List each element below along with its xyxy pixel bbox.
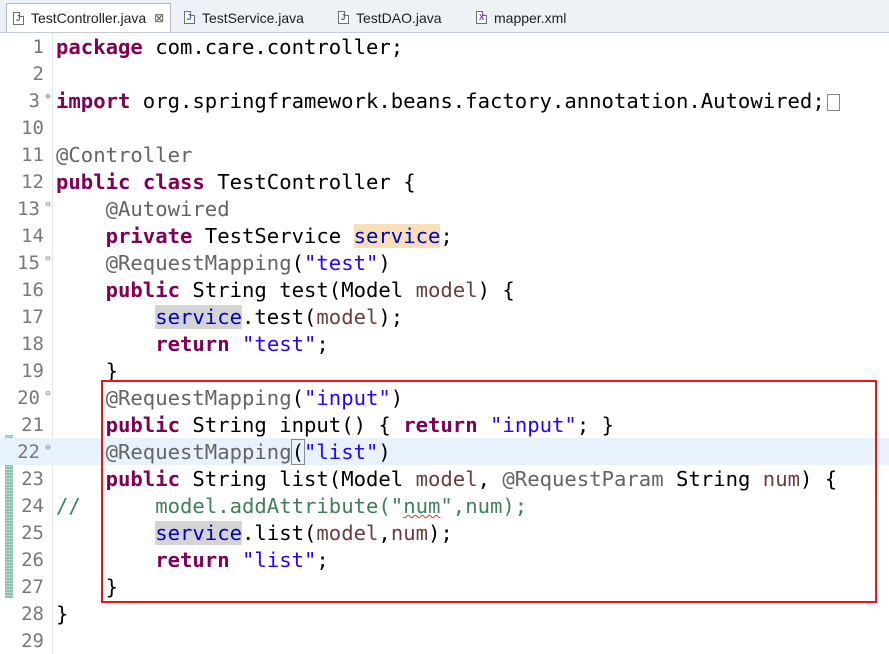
code-line: 23 public String list(Model model, @Requ… [0, 465, 889, 492]
code-line: 27 } [0, 573, 889, 600]
code-line: 2 [0, 60, 889, 87]
code-text[interactable]: return "list"; [56, 549, 329, 571]
line-number: 26 [21, 549, 44, 571]
code-line: 18 return "test"; [0, 330, 889, 357]
code-text[interactable]: public String list(Model model, @Request… [56, 468, 838, 490]
line-number: 14 [21, 225, 44, 247]
code-text[interactable]: @RequestMapping("test") [56, 252, 391, 274]
code-comment[interactable]: // model.addAttribute("num",num); [56, 495, 527, 517]
tab-label: TestService.java [202, 9, 304, 26]
expand-fold-icon[interactable]: ⊕ [44, 93, 52, 102]
tab-testservice-java[interactable]: TestService.java [178, 4, 310, 31]
code-line: 21 public String input() { return "input… [0, 411, 889, 438]
code-line: 1 package com.care.controller; [0, 33, 889, 60]
java-file-icon [184, 11, 195, 24]
code-line: 28 } [0, 600, 889, 627]
line-number: 19 [21, 360, 44, 382]
code-text[interactable]: @RequestMapping("input") [56, 387, 404, 409]
code-text[interactable]: @Controller [56, 144, 192, 166]
field-occurrence: service [155, 305, 242, 329]
code-text[interactable]: private TestService service; [56, 224, 453, 248]
code-line: 26 return "list"; [0, 546, 889, 573]
line-number: 16 [21, 279, 44, 301]
line-number: 12 [21, 171, 44, 193]
code-text[interactable]: @Autowired [56, 198, 230, 220]
code-line: 24 // model.addAttribute("num",num); [0, 492, 889, 519]
tab-testcontroller-java[interactable]: TestController.java ⊠ [6, 3, 172, 32]
code-line: 29 [0, 627, 889, 654]
code-text[interactable]: service.test(model); [56, 305, 403, 329]
collapse-fold-icon[interactable]: ⊖ [44, 255, 52, 264]
code-line: 12 public class TestController { [0, 168, 889, 195]
code-text[interactable]: } [56, 603, 68, 625]
code-line: 17 service.test(model); [0, 303, 889, 330]
line-number: 15 [17, 252, 40, 274]
code-text[interactable]: public class TestController { [56, 171, 416, 193]
line-number: 28 [21, 603, 44, 625]
line-number: 24 [21, 495, 44, 517]
code-line: 15 ⊖ @RequestMapping("test") [0, 249, 889, 276]
collapsed-imports-icon[interactable] [826, 94, 840, 111]
line-number: 18 [21, 333, 44, 355]
code-line: 10 [0, 114, 889, 141]
line-number: 22 [17, 441, 40, 463]
code-line: 14 private TestService service; [0, 222, 889, 249]
code-text[interactable]: service.list(model,num); [56, 521, 453, 545]
line-number: 10 [21, 117, 44, 139]
code-text[interactable]: } [56, 576, 118, 598]
line-number: 29 [21, 630, 44, 652]
close-tab-icon[interactable]: ⊠ [154, 11, 164, 25]
java-file-icon [13, 11, 24, 25]
code-line: 13 ⊖ @Autowired [0, 195, 889, 222]
line-number: 20 [17, 387, 40, 409]
collapse-fold-icon[interactable]: ⊖ [44, 444, 52, 453]
line-number: 23 [21, 468, 44, 490]
line-number: 25 [21, 522, 44, 544]
collapse-fold-icon[interactable]: ⊖ [44, 201, 52, 210]
field-occurrence: service [353, 224, 441, 248]
spelling-warning: num [403, 494, 441, 518]
tab-label: mapper.xml [494, 9, 567, 26]
code-line: 16 public String test(Model model) { [0, 276, 889, 303]
matching-bracket: ( [290, 439, 306, 465]
code-text[interactable]: import org.springframework.beans.factory… [56, 90, 840, 112]
field-occurrence: service [155, 521, 242, 545]
code-line: 3 ⊕ import org.springframework.beans.fac… [0, 87, 889, 114]
tab-testdao-java[interactable]: TestDAO.java [332, 4, 448, 31]
line-number: 3 [28, 90, 40, 112]
code-text[interactable]: } [56, 360, 118, 382]
line-number: 11 [21, 144, 44, 166]
code-line: 20 ⊖ @RequestMapping("input") [0, 384, 889, 411]
line-number: 27 [21, 576, 44, 598]
code-line: 25 service.list(model,num); [0, 519, 889, 546]
line-number: 21 [21, 414, 44, 436]
current-code-line: 22 ⊖ @RequestMapping("list") [0, 438, 889, 465]
java-file-icon [338, 11, 349, 24]
line-number: 13 [17, 198, 40, 220]
code-text[interactable]: public String input() { return "input"; … [56, 414, 614, 436]
tab-label: TestDAO.java [356, 9, 442, 26]
code-text[interactable]: package com.care.controller; [56, 36, 403, 58]
code-text[interactable]: public String test(Model model) { [56, 279, 515, 301]
collapse-fold-icon[interactable]: ⊖ [44, 390, 52, 399]
code-text[interactable]: @RequestMapping("list") [56, 439, 391, 465]
tab-mapper-xml[interactable]: mapper.xml [470, 4, 572, 31]
code-line: 11 @Controller [0, 141, 889, 168]
line-number: 1 [32, 36, 44, 58]
line-number: 2 [32, 63, 44, 85]
code-line: 19 } [0, 357, 889, 384]
code-text[interactable]: return "test"; [56, 333, 329, 355]
xml-file-icon [476, 11, 487, 24]
editor-tab-bar: TestController.java ⊠ TestService.java T… [0, 0, 889, 33]
tab-label: TestController.java [31, 10, 147, 26]
line-number: 17 [21, 306, 44, 328]
